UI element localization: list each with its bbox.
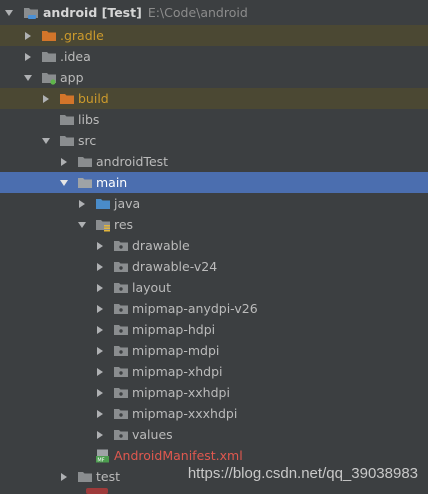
tree-node-androidmanifest[interactable]: MF AndroidManifest.xml <box>0 445 428 466</box>
tree-node-label: src <box>78 133 97 148</box>
package-folder-icon <box>113 239 129 253</box>
chevron-right-icon[interactable] <box>94 319 106 340</box>
chevron-right-icon[interactable] <box>58 151 70 172</box>
tree-node-label: mipmap-anydpi-v26 <box>132 301 258 316</box>
watermark-text: https://blog.csdn.net/qq_39038983 <box>187 465 418 482</box>
tree-node-label: mipmap-xxhdpi <box>132 385 230 400</box>
tree-node-label: drawable-v24 <box>132 259 218 274</box>
android-module-folder-icon <box>41 71 57 85</box>
tree-node-drawable-v24[interactable]: drawable-v24 <box>0 256 428 277</box>
chevron-down-icon[interactable] <box>3 0 15 25</box>
tree-node-src[interactable]: src <box>0 130 428 151</box>
tree-node-mipmap-xxhdpi[interactable]: mipmap-xxhdpi <box>0 382 428 403</box>
tree-node-drawable[interactable]: drawable <box>0 235 428 256</box>
package-folder-icon <box>113 260 129 274</box>
tree-node-label: res <box>114 217 134 232</box>
chevron-down-icon[interactable] <box>76 214 88 235</box>
tree-node-mipmap-xhdpi[interactable]: mipmap-xhdpi <box>0 361 428 382</box>
tree-node-main[interactable]: main <box>0 172 428 193</box>
folder-grey-icon <box>41 50 57 64</box>
chevron-right-icon[interactable] <box>22 25 34 46</box>
tree-node-path: E:\Code\android <box>147 5 248 20</box>
chevron-right-icon[interactable] <box>22 46 34 67</box>
package-folder-icon <box>113 344 129 358</box>
tree-node-label: libs <box>78 112 100 127</box>
chevron-right-icon[interactable] <box>94 403 106 424</box>
tree-node-androidtest[interactable]: androidTest <box>0 151 428 172</box>
tree-node-label: mipmap-xhdpi <box>132 364 223 379</box>
tree-node-libs[interactable]: libs <box>0 109 428 130</box>
tree-node-label: mipmap-xxxhdpi <box>132 406 238 421</box>
project-tree: android [Test] E:\Code\android .gradle .i… <box>0 0 428 487</box>
tree-node-label: .gradle <box>60 28 104 43</box>
folder-grey-icon <box>77 176 93 190</box>
package-folder-icon <box>113 386 129 400</box>
tree-node-res[interactable]: res <box>0 214 428 235</box>
package-folder-icon <box>113 407 129 421</box>
tree-node-label: AndroidManifest.xml <box>114 448 243 463</box>
tree-node-build[interactable]: build <box>0 88 428 109</box>
chevron-right-icon[interactable] <box>76 193 88 214</box>
tree-node-android-root[interactable]: android [Test] E:\Code\android <box>0 0 428 25</box>
package-folder-icon <box>113 281 129 295</box>
folder-blue-icon <box>95 197 111 211</box>
chevron-right-icon[interactable] <box>94 277 106 298</box>
folder-grey-icon <box>59 113 75 127</box>
tree-node-mipmap-mdpi[interactable]: mipmap-mdpi <box>0 340 428 361</box>
tree-node-idea[interactable]: .idea <box>0 46 428 67</box>
module-icon <box>23 6 39 20</box>
tree-node-label: java <box>114 196 141 211</box>
tree-node-gradle[interactable]: .gradle <box>0 25 428 46</box>
tree-node-label: main <box>96 175 128 190</box>
chevron-right-icon[interactable] <box>94 382 106 403</box>
tree-node-mipmap-xxxhdpi[interactable]: mipmap-xxxhdpi <box>0 403 428 424</box>
tree-node-label: mipmap-hdpi <box>132 322 216 337</box>
tree-node-values[interactable]: values <box>0 424 428 445</box>
chevron-right-icon[interactable] <box>58 466 70 487</box>
package-folder-icon <box>113 302 129 316</box>
tree-node-mipmap-hdpi[interactable]: mipmap-hdpi <box>0 319 428 340</box>
tree-node-mipmap-anydpi-v26[interactable]: mipmap-anydpi-v26 <box>0 298 428 319</box>
tree-node-label: androidTest <box>96 154 169 169</box>
chevron-right-icon[interactable] <box>94 340 106 361</box>
chevron-right-icon[interactable] <box>94 298 106 319</box>
tree-node-label: mipmap-mdpi <box>132 343 220 358</box>
partial-row-fragment <box>86 488 108 494</box>
manifest-file-icon: MF <box>95 449 111 463</box>
chevron-right-icon[interactable] <box>94 424 106 445</box>
chevron-right-icon[interactable] <box>40 88 52 109</box>
package-folder-icon <box>113 323 129 337</box>
chevron-right-icon[interactable] <box>94 361 106 382</box>
tree-node-label: app <box>60 70 84 85</box>
tree-node-label: layout <box>132 280 172 295</box>
folder-grey-icon <box>59 134 75 148</box>
tree-node-layout[interactable]: layout <box>0 277 428 298</box>
chevron-down-icon[interactable] <box>40 130 52 151</box>
folder-grey-icon <box>77 155 93 169</box>
package-folder-icon <box>113 428 129 442</box>
folder-orange-icon <box>59 92 75 106</box>
tree-node-label: .idea <box>60 49 91 64</box>
tree-node-label: drawable <box>132 238 190 253</box>
tree-node-app[interactable]: app <box>0 67 428 88</box>
chevron-right-icon[interactable] <box>94 256 106 277</box>
chevron-right-icon[interactable] <box>94 235 106 256</box>
chevron-down-icon[interactable] <box>22 67 34 88</box>
folder-orange-icon <box>41 29 57 43</box>
tree-node-label: android [Test] <box>43 5 142 20</box>
tree-node-label: test <box>96 469 121 484</box>
res-folder-icon <box>95 218 111 232</box>
tree-node-java[interactable]: java <box>0 193 428 214</box>
tree-node-label: values <box>132 427 173 442</box>
folder-grey-icon <box>77 470 93 484</box>
chevron-down-icon[interactable] <box>58 172 70 193</box>
svg-text:MF: MF <box>97 457 104 463</box>
package-folder-icon <box>113 365 129 379</box>
tree-node-label: build <box>78 91 109 106</box>
